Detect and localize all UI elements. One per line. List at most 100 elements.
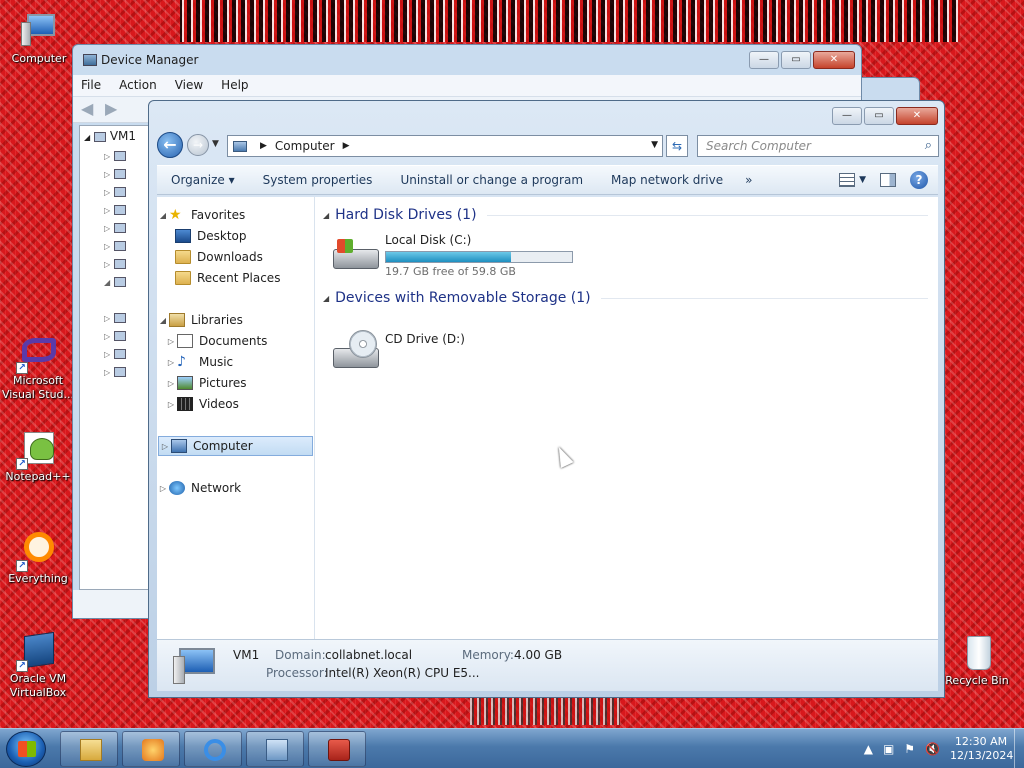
taskbar-internet-explorer[interactable] [184,731,242,767]
device-manager-icon [266,739,288,761]
nav-item-pictures[interactable]: ▷ Pictures [157,373,315,393]
device-category-row[interactable]: ▷ [104,256,126,270]
device-category-row[interactable]: ▷ [104,220,126,234]
device-category-row[interactable]: ▷ [104,346,126,360]
minimize-button[interactable]: — [749,51,779,69]
taskbar-media-player[interactable] [122,731,180,767]
maximize-button[interactable]: ▭ [864,107,894,125]
explorer-titlebar[interactable]: — ▭ ✕ [149,101,944,129]
address-dropdown-icon[interactable]: ▼ [651,140,658,150]
expand-arrow-icon[interactable]: ▷ [165,337,177,346]
chevron-right-icon[interactable]: ▶ [260,141,267,151]
group-header-hard-disk-drives[interactable]: ◢ Hard Disk Drives (1) [323,207,928,223]
search-input[interactable]: Search Computer ⌕ [697,135,939,157]
nav-item-music[interactable]: ▷ ♪ Music [157,352,315,372]
maximize-button[interactable]: ▭ [781,51,811,69]
forward-button[interactable]: → [187,134,209,156]
organize-button[interactable]: Organize ▾ [157,173,249,187]
expand-arrow-icon[interactable]: ▷ [165,400,177,409]
menu-help[interactable]: Help [221,78,248,93]
more-commands-button[interactable]: » [737,173,760,187]
desktop-icon-everything[interactable]: ↗ Everything [1,530,75,586]
clock[interactable]: 12:30 AM 12/13/2024 [950,735,1013,763]
nav-item-videos[interactable]: ▷ Videos [157,394,315,414]
nav-item-documents[interactable]: ▷ Documents [157,331,315,351]
forward-arrow-icon[interactable]: ▶ [105,101,123,117]
desktop-glitch-artifact [180,0,960,42]
menu-action[interactable]: Action [119,78,157,93]
device-category-row[interactable]: ▷ [104,364,126,378]
device-category-row[interactable]: ▷ [104,184,126,198]
preview-pane-button[interactable] [880,173,896,187]
nav-item-libraries[interactable]: ◢ Libraries [157,310,315,330]
computer-explorer-window[interactable]: — ▭ ✕ ← → ▼ ▶ Computer ▶ ▼ ⇆ Search Comp… [148,100,945,698]
star-icon: ★ [169,207,182,223]
close-button[interactable]: ✕ [896,107,938,125]
computer-icon [233,140,247,152]
nav-item-desktop[interactable]: Desktop [157,226,315,246]
start-button[interactable] [6,731,46,767]
back-arrow-icon[interactable]: ◀ [81,101,99,117]
minimize-button[interactable]: — [832,107,862,125]
device-category-row[interactable]: ◢ [104,274,126,288]
drive-name: Local Disk (C:) [385,233,472,247]
expand-arrow-icon[interactable]: ▷ [159,442,171,451]
device-category-row[interactable]: ▷ [104,238,126,252]
show-hidden-icons-icon[interactable]: ▲ [864,742,873,756]
collapse-arrow-icon[interactable]: ◢ [323,294,329,303]
change-view-button[interactable]: ▼ [839,173,866,187]
device-category-row[interactable]: ▷ [104,310,126,324]
menu-view[interactable]: View [175,78,203,93]
taskbar-toolbox[interactable] [308,731,366,767]
close-button[interactable]: ✕ [813,51,855,69]
taskbar-device-manager[interactable] [246,731,304,767]
device-manager-titlebar[interactable]: Device Manager — ▭ ✕ [73,45,861,75]
desktop-icon-virtualbox[interactable]: ↗ Oracle VM VirtualBox [1,630,75,700]
nav-item-downloads[interactable]: Downloads [157,247,315,267]
desktop-icon-computer[interactable]: Computer [2,10,76,66]
show-desktop-button[interactable] [1014,729,1024,768]
back-button[interactable]: ← [157,132,183,158]
expand-arrow-icon[interactable]: ◢ [157,211,169,220]
device-category-row[interactable]: ▷ [104,166,126,180]
desktop-icon-visual-studio[interactable]: ↗ Microsoft Visual Stud... [1,332,75,402]
menu-file[interactable]: File [81,78,101,93]
volume-muted-icon[interactable]: 🔇 [925,742,940,756]
network-status-icon[interactable]: ▣ [883,742,894,756]
device-category-row[interactable]: ▷ [104,328,126,342]
memory-value: 4.00 GB [514,648,563,662]
device-category-row[interactable]: ▷ [104,148,126,162]
uninstall-program-button[interactable]: Uninstall or change a program [386,173,597,187]
address-crumb-computer[interactable]: Computer [275,139,335,153]
expand-arrow-icon[interactable]: ▷ [157,484,169,493]
device-category-row[interactable]: ▷ [104,202,126,216]
nav-item-label: Downloads [197,250,263,264]
address-bar[interactable]: ▶ Computer ▶ ▼ [227,135,663,157]
group-header-removable-storage[interactable]: ◢ Devices with Removable Storage (1) [323,290,928,306]
nav-item-computer[interactable]: ▷ Computer [158,436,313,456]
refresh-button[interactable]: ⇆ [666,135,688,157]
recent-pages-dropdown[interactable]: ▼ [212,139,219,149]
action-center-flag-icon[interactable]: ⚑ [904,742,915,756]
nav-item-label: Music [199,355,234,369]
nav-item-recent-places[interactable]: Recent Places [157,268,315,288]
system-tray: ▲ ▣ ⚑ 🔇 12:30 AM 12/13/2024 [864,729,1024,768]
chevron-right-icon[interactable]: ▶ [343,141,350,151]
system-properties-button[interactable]: System properties [249,173,387,187]
desktop-icon-recycle-bin[interactable]: Recycle Bin [940,632,1014,688]
help-button[interactable]: ? [910,171,928,189]
desktop-icon-notepadpp[interactable]: ↗ Notepad++ [1,428,75,484]
search-icon[interactable]: ⌕ [925,138,932,153]
map-network-drive-button[interactable]: Map network drive [597,173,737,187]
taskbar-explorer[interactable] [60,731,118,767]
nav-item-favorites[interactable]: ◢ ★ Favorites [157,205,315,225]
expand-arrow-icon[interactable]: ▷ [165,358,177,367]
device-tree-root[interactable]: ◢ VM1 [84,129,136,143]
pictures-icon [177,376,193,390]
device-manager-icon [83,54,97,66]
nav-item-network[interactable]: ▷ Network [157,478,315,498]
collapse-arrow-icon[interactable]: ◢ [323,211,329,220]
nav-item-label: Pictures [199,376,247,390]
expand-arrow-icon[interactable]: ▷ [165,379,177,388]
expand-arrow-icon[interactable]: ◢ [157,316,169,325]
